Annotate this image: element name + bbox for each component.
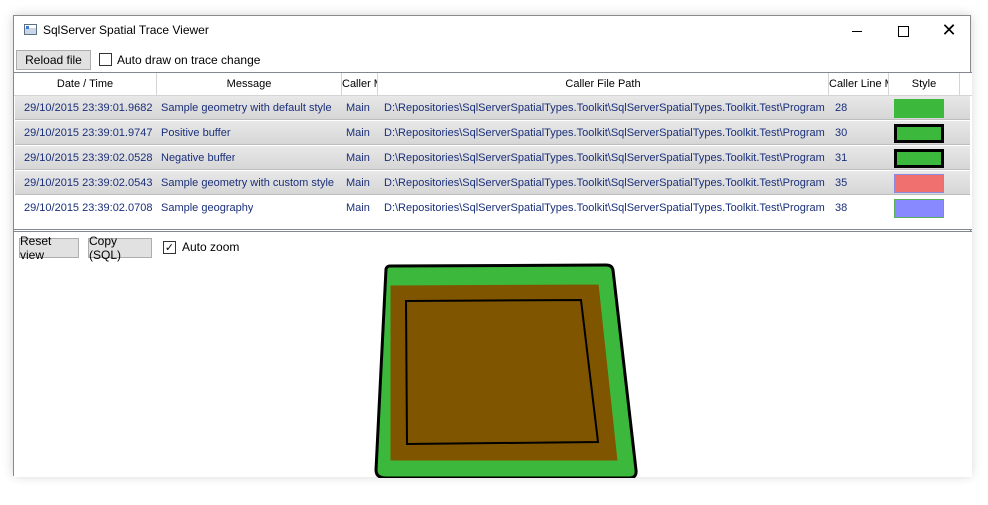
column-header-caller-line[interactable]: Caller Line M: [829, 73, 889, 95]
cell-caller-line: 35: [835, 177, 848, 189]
cell-datetime: 29/10/2015 23:39:01.9747: [24, 127, 153, 139]
close-icon: ✕: [941, 20, 957, 41]
cell-caller-line: 28: [835, 102, 848, 114]
window-title: SqlServer Spatial Trace Viewer: [43, 23, 209, 37]
style-swatch: [894, 199, 944, 218]
column-header-caller-file-path[interactable]: Caller File Path: [378, 73, 829, 95]
trace-grid: Date / Time Message Caller M Caller File…: [14, 72, 972, 230]
reload-file-button[interactable]: Reload file: [16, 50, 91, 70]
spatial-viewer[interactable]: Reset view Copy (SQL) ✓ Auto zoom: [14, 231, 972, 478]
cell-caller-file-path: D:\Repositories\SqlServerSpatialTypes.To…: [384, 127, 825, 139]
title-bar[interactable]: SqlServer Spatial Trace Viewer ✕: [14, 16, 970, 46]
cell-message: Sample geography: [161, 202, 254, 214]
sample-geometry-shape: [389, 283, 619, 462]
app-icon: [24, 24, 37, 35]
style-swatch: [894, 174, 944, 193]
column-header-message[interactable]: Message: [157, 73, 342, 95]
minimize-button[interactable]: [834, 16, 880, 46]
app-window: SqlServer Spatial Trace Viewer ✕ Reload …: [13, 15, 972, 478]
cell-message: Sample geometry with default style: [161, 102, 332, 114]
cell-caller-member: Main: [346, 202, 370, 214]
column-header-caller-member[interactable]: Caller M: [342, 73, 378, 95]
table-row[interactable]: 29/10/2015 23:39:02.0708 Sample geograph…: [15, 196, 970, 220]
cell-message: Negative buffer: [161, 152, 236, 164]
geometry-canvas[interactable]: [14, 232, 972, 478]
cell-datetime: 29/10/2015 23:39:02.0543: [24, 177, 153, 189]
top-toolbar: Reload file Auto draw on trace change: [16, 50, 616, 72]
cell-caller-member: Main: [346, 152, 370, 164]
style-swatch: [894, 124, 944, 143]
grid-header: Date / Time Message Caller M Caller File…: [14, 73, 972, 96]
auto-draw-checkbox[interactable]: [99, 53, 112, 66]
cell-datetime: 29/10/2015 23:39:01.9682: [24, 102, 153, 114]
cell-caller-member: Main: [346, 102, 370, 114]
cell-caller-file-path: D:\Repositories\SqlServerSpatialTypes.To…: [384, 152, 825, 164]
table-row[interactable]: 29/10/2015 23:39:01.9747 Positive buffer…: [15, 121, 970, 145]
style-swatch: [894, 99, 944, 118]
table-row[interactable]: 29/10/2015 23:39:01.9682 Sample geometry…: [15, 96, 970, 120]
cell-message: Sample geometry with custom style: [161, 177, 335, 189]
maximize-icon: [897, 25, 909, 37]
maximize-button[interactable]: [880, 16, 926, 46]
cell-datetime: 29/10/2015 23:39:02.0528: [24, 152, 153, 164]
close-button[interactable]: ✕: [926, 16, 972, 46]
cell-caller-file-path: D:\Repositories\SqlServerSpatialTypes.To…: [384, 202, 825, 214]
style-swatch: [894, 149, 944, 168]
cell-caller-member: Main: [346, 177, 370, 189]
auto-draw-label[interactable]: Auto draw on trace change: [117, 53, 260, 67]
cell-caller-member: Main: [346, 127, 370, 139]
cell-caller-line: 31: [835, 152, 848, 164]
cell-caller-line: 30: [835, 127, 848, 139]
column-header-style[interactable]: Style: [889, 73, 960, 95]
column-header-datetime[interactable]: Date / Time: [14, 73, 157, 95]
table-row[interactable]: 29/10/2015 23:39:02.0528 Negative buffer…: [15, 146, 970, 170]
minimize-icon: [852, 30, 862, 32]
cell-caller-file-path: D:\Repositories\SqlServerSpatialTypes.To…: [384, 102, 825, 114]
cell-datetime: 29/10/2015 23:39:02.0708: [24, 202, 153, 214]
cell-caller-line: 38: [835, 202, 848, 214]
table-row[interactable]: 29/10/2015 23:39:02.0543 Sample geometry…: [15, 171, 970, 195]
cell-message: Positive buffer: [161, 127, 231, 139]
cell-caller-file-path: D:\Repositories\SqlServerSpatialTypes.To…: [384, 177, 825, 189]
